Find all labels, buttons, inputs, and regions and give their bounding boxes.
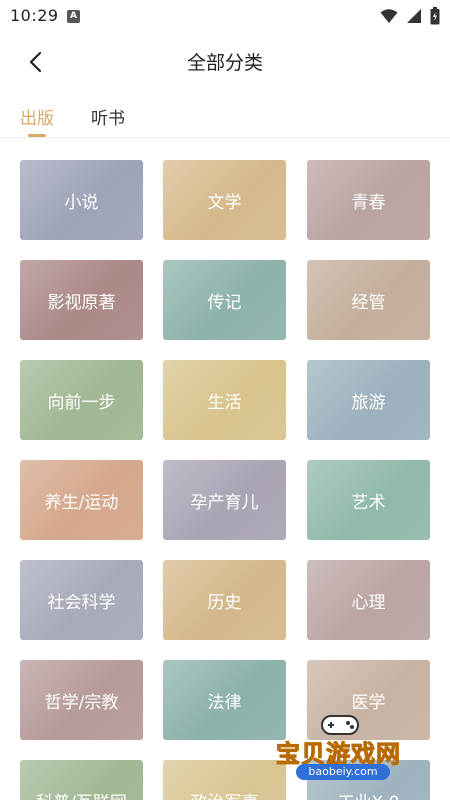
status-icons — [380, 7, 440, 25]
category-tile[interactable]: 法律 — [163, 660, 286, 740]
category-tile[interactable]: 养生/运动 — [20, 460, 143, 540]
battery-icon — [430, 7, 440, 25]
watermark: 宝贝游戏网 baobeiy.com — [272, 712, 422, 782]
category-tile[interactable]: 艺术 — [307, 460, 430, 540]
category-tile[interactable]: 小说 — [20, 160, 143, 240]
category-tile[interactable]: 政治军事 — [163, 760, 286, 800]
category-tile[interactable]: 青春 — [307, 160, 430, 240]
signal-icon — [407, 9, 421, 23]
category-tile[interactable]: 历史 — [163, 560, 286, 640]
category-tile[interactable]: 科普/互联网 — [20, 760, 143, 800]
category-tile[interactable]: 社会科学 — [20, 560, 143, 640]
category-tile[interactable]: 文学 — [163, 160, 286, 240]
header: 全部分类 — [0, 32, 450, 90]
notification-a-icon: A — [67, 10, 80, 23]
category-tile[interactable]: 生活 — [163, 360, 286, 440]
category-tile[interactable]: 向前一步 — [20, 360, 143, 440]
wifi-icon — [380, 9, 398, 23]
category-tile[interactable]: 哲学/宗教 — [20, 660, 143, 740]
tab-audiobook[interactable]: 听书 — [91, 104, 125, 129]
category-tile[interactable]: 传记 — [163, 260, 286, 340]
category-tile[interactable]: 影视原著 — [20, 260, 143, 340]
watermark-url: baobeiy.com — [296, 764, 390, 780]
tab-bar: 出版 听书 — [0, 92, 450, 138]
category-tile[interactable]: 孕产育儿 — [163, 460, 286, 540]
active-tab-indicator — [28, 134, 46, 137]
tab-publish[interactable]: 出版 — [20, 104, 54, 129]
status-time: 10:29 — [10, 6, 59, 25]
status-bar: 10:29 A — [0, 0, 450, 32]
page-title: 全部分类 — [186, 52, 263, 74]
category-tile[interactable]: 旅游 — [307, 360, 430, 440]
category-tile[interactable]: 心理 — [307, 560, 430, 640]
category-tile[interactable]: 经管 — [307, 260, 430, 340]
